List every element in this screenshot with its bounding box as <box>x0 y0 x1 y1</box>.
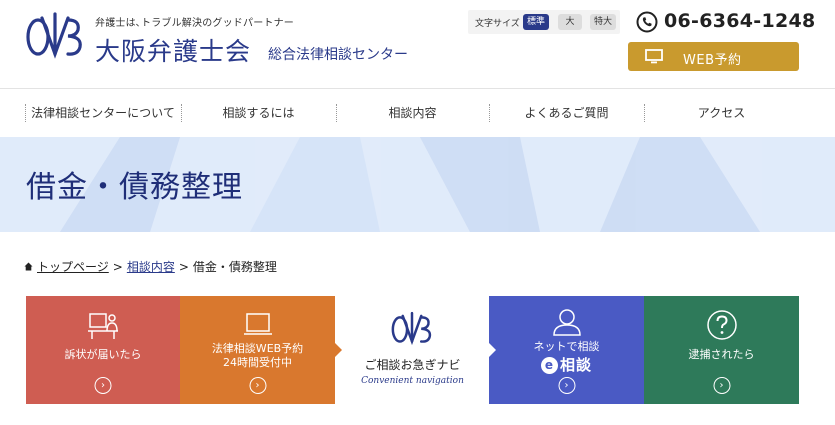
page-hero: 借金・債務整理 <box>0 137 835 232</box>
site-header: 弁護士は､トラブル解決のグッドパートナー 大阪弁護士会 総合法律相談センター 文… <box>0 0 835 88</box>
font-size-switcher: 文字サイズ 標準 大 特大 <box>468 10 620 34</box>
question-circle-icon <box>706 310 737 340</box>
person-icon <box>552 309 581 336</box>
web-reserve-button[interactable]: WEB予約 <box>628 42 799 71</box>
chevron-right-icon: › <box>558 377 575 394</box>
chevron-right-icon: › <box>713 377 730 394</box>
font-size-large-button[interactable]: 大 <box>558 14 582 30</box>
card-when-sued[interactable]: 訴状が届いたら › <box>26 296 180 404</box>
breadcrumb-home-link[interactable]: トップページ <box>37 260 109 274</box>
card-web-reservation[interactable]: 法律相談WEB予約 24時間受付中 › <box>180 296 335 404</box>
card-urgent-navi-subtitle: Convenient navigation <box>361 376 464 386</box>
home-icon <box>24 262 33 271</box>
card-when-arrested-label: 逮捕されたら <box>688 348 755 361</box>
organization-name[interactable]: 大阪弁護士会 <box>95 32 251 68</box>
page-title: 借金・債務整理 <box>26 170 243 205</box>
e-badge-icon: e <box>540 357 558 374</box>
chevron-right-icon: › <box>94 377 112 394</box>
card-online-consult[interactable]: ネットで相談 e 相談 › <box>489 296 644 404</box>
monitor-icon <box>645 49 663 64</box>
breadcrumb-separator: > <box>178 260 189 274</box>
breadcrumb-parent-link[interactable]: 相談内容 <box>127 260 175 274</box>
e-consult-label: 相談 <box>559 356 592 374</box>
font-size-standard-button[interactable]: 標準 <box>523 14 549 30</box>
phone-number[interactable]: 06-6364-1248 <box>664 10 816 32</box>
nav-item-how-to-consult[interactable]: 相談するには <box>181 89 336 137</box>
notch-arrow <box>335 343 342 357</box>
web-reserve-label: WEB予約 <box>683 53 742 68</box>
bar-association-logo-icon[interactable] <box>24 10 86 60</box>
nav-item-faq[interactable]: よくあるご質問 <box>489 89 644 137</box>
e-consult-logo: e 相談 <box>489 354 644 375</box>
breadcrumb-current: 借金・債務整理 <box>192 260 277 274</box>
organization-subtitle: 総合法律相談センター <box>268 47 408 63</box>
desk-person-icon <box>88 313 118 339</box>
bar-association-logo-icon <box>391 311 432 346</box>
card-web-reservation-line1: 法律相談WEB予約 <box>211 342 304 355</box>
font-size-label: 文字サイズ <box>475 19 520 29</box>
chevron-right-icon: › <box>249 377 266 394</box>
font-size-extra-large-button[interactable]: 特大 <box>590 14 616 30</box>
card-web-reservation-line2: 24時間受付中 <box>223 356 292 369</box>
card-when-arrested[interactable]: 逮捕されたら › <box>644 296 799 404</box>
global-nav: 法律相談センターについて 相談するには 相談内容 よくあるご質問 アクセス <box>0 88 835 136</box>
nav-item-about[interactable]: 法律相談センターについて <box>25 89 181 137</box>
card-when-sued-label: 訴状が届いたら <box>64 348 142 361</box>
breadcrumb-separator: > <box>112 260 123 274</box>
notch-arrow <box>489 343 496 357</box>
tagline: 弁護士は､トラブル解決のグッドパートナー <box>95 18 294 29</box>
laptop-icon <box>243 313 272 335</box>
nav-item-access[interactable]: アクセス <box>644 89 799 137</box>
phone-icon <box>636 11 658 33</box>
breadcrumb: トップページ > 相談内容 > 借金・債務整理 <box>24 258 277 275</box>
card-urgent-navi[interactable]: ご相談お急ぎナビ Convenient navigation <box>335 296 490 404</box>
nav-item-consult-topics[interactable]: 相談内容 <box>336 89 489 137</box>
card-online-consult-line1: ネットで相談 <box>533 340 600 353</box>
card-urgent-navi-title: ご相談お急ぎナビ <box>364 358 461 372</box>
